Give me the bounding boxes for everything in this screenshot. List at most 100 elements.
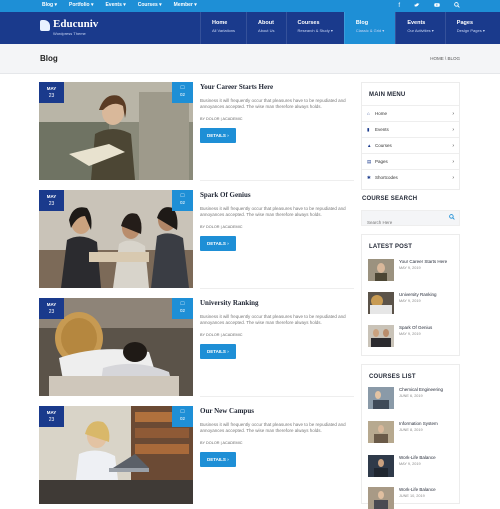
search-icon[interactable]	[449, 214, 455, 222]
chevron-right-icon: ›	[227, 457, 229, 462]
course-item[interactable]: Work-Life Balance MAY 9, 2019	[368, 455, 436, 477]
latest-post-item[interactable]: Spark Of Genius MAY 9, 2019	[368, 325, 432, 347]
sidebar-item-label: Events	[375, 127, 389, 132]
course-item[interactable]: Work-Life Balance JUNE 10, 2019	[368, 487, 436, 509]
post-divider	[200, 288, 354, 289]
comment-badge[interactable]: □ 02	[172, 190, 193, 211]
latest-post-item[interactable]: Your Career Starts Here MAY 9, 2019	[368, 259, 447, 281]
chevron-right-icon: ›	[227, 349, 229, 354]
post-date-badge: MAY 23	[39, 190, 64, 211]
nav-courses-title: Courses	[297, 20, 320, 26]
post-month: MAY	[46, 86, 57, 91]
post-day: 23	[48, 93, 55, 99]
course-search-input[interactable]	[362, 215, 442, 230]
chevron-right-icon: ›	[452, 110, 454, 117]
post-excerpt: Business it will frequently occur that p…	[200, 98, 346, 109]
details-button[interactable]: DETAILS ›	[200, 128, 236, 143]
nav-blog[interactable]: Blog Classic & Grid ▾	[343, 12, 396, 44]
latest-post-title: Your Career Starts Here	[399, 259, 448, 264]
nav-home[interactable]: Home All Variations	[200, 12, 246, 44]
nav-pages[interactable]: Pages Design Pages ▾	[444, 12, 496, 44]
top-nav-courses[interactable]: Courses ▾	[138, 2, 162, 8]
sidebar-item-shortcodes[interactable]: ✱ Shortcodes ›	[362, 169, 459, 185]
details-button[interactable]: DETAILS ›	[200, 452, 236, 467]
top-nav-blog[interactable]: Blog ▾	[42, 2, 57, 8]
course-title: Information System	[399, 421, 438, 426]
facebook-icon[interactable]: f	[398, 2, 400, 11]
details-button[interactable]: DETAILS ›	[200, 344, 236, 359]
comment-badge[interactable]: □ 02	[172, 406, 193, 427]
graduation-cap-icon: ▲	[367, 143, 372, 148]
post-title[interactable]: Spark Of Genius	[200, 191, 354, 199]
widget-title: COURSES LIST	[369, 374, 416, 380]
blog-post: MAY 23 □ 02 Spark Of Genius Business it wi…	[39, 190, 354, 289]
latest-post-date: MAY 9, 2019	[399, 266, 421, 270]
sidebar-item-courses[interactable]: ▲ Courses ›	[362, 137, 459, 153]
chevron-right-icon: ›	[227, 241, 229, 246]
post-day: 23	[48, 201, 55, 207]
post-day: 23	[48, 309, 55, 315]
main-nav: Home All Variations About About Us Courses…	[200, 12, 496, 44]
details-button-label: DETAILS	[207, 349, 226, 354]
search-box	[361, 210, 460, 230]
main-menu-widget: MAIN MENU ⌂ Home › ▮ Events › ▲ Courses › ▤ Pag…	[361, 82, 460, 190]
comment-icon: □	[180, 301, 185, 307]
post-excerpt: Business it will frequently occur that p…	[200, 422, 346, 433]
chevron-right-icon: ›	[227, 133, 229, 138]
course-title: Chemical Engineering	[399, 387, 444, 392]
details-button[interactable]: DETAILS ›	[200, 236, 236, 251]
nav-home-title: Home	[212, 20, 228, 26]
post-day: 23	[48, 417, 55, 423]
nav-events[interactable]: Events Our Activities ▾	[395, 12, 444, 44]
twitter-icon[interactable]	[414, 2, 420, 11]
nav-about-sub: About Us	[258, 28, 275, 33]
sidebar-item-events[interactable]: ▮ Events ›	[362, 121, 459, 137]
comment-count: 02	[179, 416, 185, 421]
site-logo[interactable]: Educuniv Wordpress Theme	[40, 19, 98, 36]
widget-title: LATEST POST	[369, 244, 413, 250]
comment-badge[interactable]: □ 02	[172, 82, 193, 103]
post-date-badge: MAY 23	[39, 298, 64, 319]
post-title[interactable]: Your Career Starts Here	[200, 83, 354, 91]
post-title[interactable]: Our New Campus	[200, 407, 354, 415]
post-month: MAY	[46, 410, 57, 415]
comment-badge[interactable]: □ 02	[172, 298, 193, 319]
page-title: Blog	[40, 54, 58, 63]
sidebar-item-pages[interactable]: ▤ Pages ›	[362, 153, 459, 169]
widget-title: COURSE SEARCH	[362, 196, 418, 202]
course-item[interactable]: Chemical Engineering JUNE 6, 2019	[368, 387, 443, 409]
nav-events-sub: Our Activities ▾	[407, 28, 434, 33]
logo-icon	[40, 20, 50, 31]
latest-post-title: Spark Of Genius	[399, 325, 433, 330]
course-thumbnail	[368, 387, 394, 409]
post-title[interactable]: University Ranking	[200, 299, 354, 307]
latest-post-date: MAY 9, 2019	[399, 332, 421, 336]
chevron-right-icon: ›	[452, 126, 454, 133]
course-date: JUNE 6, 2019	[399, 394, 423, 398]
breadcrumb[interactable]: HOME \ BLOG	[430, 56, 460, 61]
top-nav-portfolio[interactable]: Portfolio ▾	[69, 2, 93, 8]
post-date-badge: MAY 23	[39, 82, 64, 103]
main-header: Educuniv Wordpress Theme Home All Variati…	[0, 12, 500, 44]
course-thumbnail	[368, 455, 394, 477]
comment-icon: □	[180, 85, 185, 91]
youtube-icon[interactable]	[434, 2, 440, 11]
course-title: Work-Life Balance	[399, 487, 436, 492]
comment-count: 02	[179, 92, 185, 97]
course-title: Work-Life Balance	[399, 455, 436, 460]
nav-about[interactable]: About About Us	[246, 12, 285, 44]
course-item[interactable]: Information System JUNE 8, 2019	[368, 421, 438, 443]
bookmark-icon: ▮	[367, 126, 370, 132]
blog-post: MAY 23 □ 02 Your Career Starts Here Busine…	[39, 82, 354, 181]
file-icon: ▤	[367, 158, 372, 164]
top-nav-member[interactable]: Member ▾	[174, 2, 197, 8]
sidebar-item-home[interactable]: ⌂ Home ›	[362, 105, 459, 121]
post-divider	[200, 180, 354, 181]
top-nav-events[interactable]: Events ▾	[105, 2, 125, 8]
latest-post-item[interactable]: University Ranking MAY 9, 2019	[368, 292, 437, 314]
search-icon[interactable]	[454, 2, 460, 11]
nav-courses[interactable]: Courses Research & Study ▾	[285, 12, 344, 44]
latest-post-date: MAY 9, 2019	[399, 299, 421, 303]
course-thumbnail	[368, 487, 394, 509]
brand-name: Educuniv	[53, 18, 99, 30]
